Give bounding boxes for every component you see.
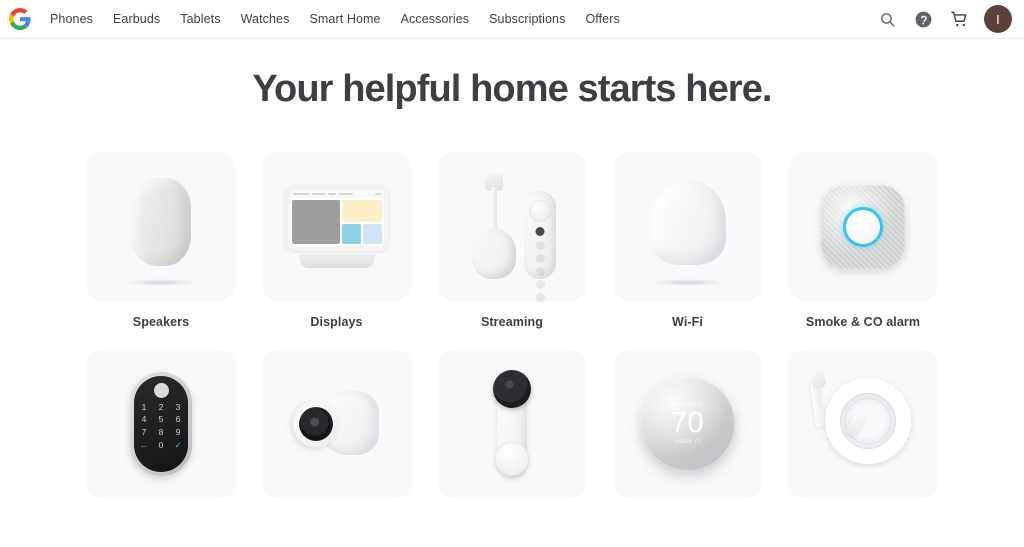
nest-doorbell-icon <box>491 369 533 478</box>
alarm-ring-light <box>843 206 883 247</box>
header-actions: I <box>876 5 1012 33</box>
lock-keypad: 1 2 3 4 5 6 7 8 9 ← 0 ✓ <box>138 401 185 451</box>
nest-yale-smart-lock-icon: 1 2 3 4 5 6 7 8 9 ← 0 ✓ <box>130 371 192 476</box>
category-label-displays: Displays <box>310 314 363 329</box>
lock-key: 7 <box>141 427 147 438</box>
category-label-wifi: Wi-Fi <box>672 314 703 329</box>
thermostat-temperature: 70 <box>670 407 705 440</box>
nest-hub-display-image[interactable] <box>261 151 412 302</box>
nest-wifi-image[interactable] <box>612 151 763 302</box>
nest-hub-display-icon <box>284 184 389 269</box>
nest-protect-alarm-icon <box>821 184 905 269</box>
shopping-cart-icon[interactable] <box>948 8 970 30</box>
chromecast-image[interactable] <box>437 151 587 302</box>
google-logo[interactable] <box>6 5 34 33</box>
avatar[interactable]: I <box>984 5 1012 33</box>
page-title: Your helpful home starts here. <box>252 68 772 110</box>
category-card-cable[interactable] <box>788 348 938 512</box>
nav-item-phones[interactable]: Phones <box>40 6 103 32</box>
lock-key: 2 <box>158 401 164 412</box>
lock-key-back: ← <box>139 439 149 450</box>
category-card-speakers[interactable]: Speakers <box>86 151 236 329</box>
product-shadow <box>651 278 724 286</box>
nest-audio-speaker-icon <box>131 177 191 266</box>
lock-key: 0 <box>158 439 164 450</box>
lock-key: 9 <box>175 427 181 438</box>
lock-key: 3 <box>175 401 181 412</box>
nav-item-tablets[interactable]: Tablets <box>170 6 230 32</box>
category-card-lock[interactable]: 1 2 3 4 5 6 7 8 9 ← 0 ✓ <box>86 348 236 512</box>
nest-thermostat-icon: Heat set to 70 Indoor 72 <box>640 376 735 471</box>
nest-audio-speaker-image[interactable] <box>86 151 236 302</box>
primary-nav: Phones Earbuds Tablets Watches Smart Hom… <box>40 6 630 32</box>
nest-protect-image[interactable] <box>788 151 938 302</box>
category-card-thermostat[interactable]: Heat set to 70 Indoor 72 <box>612 348 763 512</box>
category-card-doorbell[interactable] <box>437 348 587 512</box>
usb-c-cable-icon <box>809 370 915 476</box>
search-icon[interactable] <box>876 8 898 30</box>
chromecast-icon <box>464 169 560 302</box>
lock-key: 1 <box>141 401 147 412</box>
category-label-smoke-alarm: Smoke & CO alarm <box>805 314 921 329</box>
nav-item-earbuds[interactable]: Earbuds <box>103 6 170 32</box>
category-grid: Speakers Displays Streaming Wi-Fi Smoke … <box>86 151 938 512</box>
category-label-streaming: Streaming <box>480 314 544 329</box>
lock-key: 8 <box>158 427 164 438</box>
category-card-camera[interactable] <box>261 348 412 512</box>
nest-thermostat-image[interactable]: Heat set to 70 Indoor 72 <box>612 348 763 499</box>
help-circle-icon[interactable] <box>912 8 934 30</box>
category-card-smoke-alarm[interactable]: Smoke & CO alarm <box>788 151 938 329</box>
nest-wifi-router-icon <box>649 180 726 265</box>
category-card-streaming[interactable]: Streaming <box>437 151 587 329</box>
thermostat-mode-label: Heat set to <box>671 402 704 409</box>
lock-key: 5 <box>158 414 164 425</box>
nav-item-offers[interactable]: Offers <box>575 6 629 32</box>
nest-doorbell-image[interactable] <box>437 348 587 499</box>
nest-cam-icon <box>291 389 383 459</box>
thermostat-indoor-label: Indoor 72 <box>673 438 702 445</box>
nav-item-watches[interactable]: Watches <box>231 6 300 32</box>
category-card-wifi[interactable]: Wi-Fi <box>612 151 763 329</box>
lock-key-confirm: ✓ <box>174 439 182 450</box>
product-shadow <box>125 278 197 286</box>
category-label-speakers: Speakers <box>132 314 190 329</box>
nav-item-subscriptions[interactable]: Subscriptions <box>479 6 575 32</box>
nest-cam-image[interactable] <box>261 348 412 499</box>
lock-key: 4 <box>141 414 147 425</box>
yale-badge-icon <box>153 382 169 398</box>
nav-item-smart-home[interactable]: Smart Home <box>299 6 390 32</box>
site-header: Phones Earbuds Tablets Watches Smart Hom… <box>0 0 1024 39</box>
usb-c-cable-image[interactable] <box>788 348 938 499</box>
lock-key: 6 <box>175 414 181 425</box>
page-content: Your helpful home starts here. Speakers <box>0 39 1024 547</box>
nav-item-accessories[interactable]: Accessories <box>391 6 479 32</box>
category-card-displays[interactable]: Displays <box>261 151 412 329</box>
nest-yale-lock-image[interactable]: 1 2 3 4 5 6 7 8 9 ← 0 ✓ <box>86 348 236 499</box>
